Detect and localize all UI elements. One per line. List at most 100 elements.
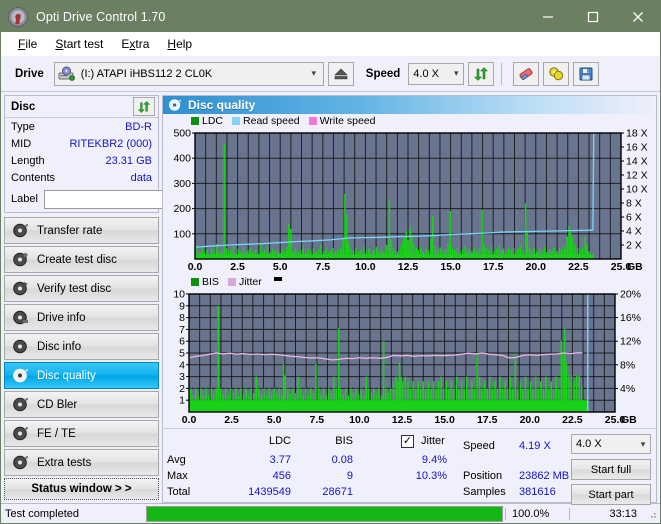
- menu-file[interactable]: File: [9, 35, 46, 53]
- sidebar-item-label: FE / TE: [37, 427, 76, 440]
- ldc-chart: LDC Read speed Write speed 100 200 300 400 5…: [163, 114, 656, 275]
- sidebar-item-drive-info[interactable]: Drive info: [4, 304, 159, 331]
- svg-text:20.0: 20.0: [526, 261, 547, 273]
- result-speed-select[interactable]: 4.0 X ▾: [571, 434, 651, 454]
- svg-text:500: 500: [173, 128, 191, 140]
- chevron-down-icon: ▾: [311, 68, 317, 78]
- resize-grip[interactable]: [647, 509, 657, 519]
- stats-header-bis: BIS: [335, 435, 353, 447]
- svg-text:300: 300: [173, 178, 191, 190]
- svg-text:16%: 16%: [620, 312, 641, 324]
- speed-select[interactable]: 4.0 X ▾: [408, 62, 465, 85]
- svg-text:8%: 8%: [620, 359, 635, 371]
- legend-label-ldc: LDC: [202, 114, 224, 127]
- ldc-plot-svg: 100 200 300 400 500 2 X 4 X 6 X 8 X 10 X 12 X 14 X 1…: [173, 128, 648, 274]
- svg-text:16 X: 16 X: [626, 142, 648, 154]
- svg-text:5: 5: [179, 348, 185, 360]
- svg-text:8: 8: [179, 312, 185, 324]
- sidebar-item-label: Extra tests: [37, 456, 92, 469]
- toolbar-separator: [501, 62, 503, 85]
- svg-text:10 X: 10 X: [626, 184, 648, 196]
- legend-read-speed: Read speed: [232, 115, 300, 127]
- legend-jitter: Jitter: [227, 276, 262, 288]
- total-ldc-value: 1439549: [248, 486, 291, 498]
- sidebar-item-create-test-disc[interactable]: Create test disc: [4, 246, 159, 273]
- disc-extra-icon: [12, 454, 29, 471]
- disc-row-length: Length 23.31 GB: [5, 152, 158, 169]
- disc-panel-title: Disc: [11, 100, 36, 113]
- svg-text:5.0: 5.0: [267, 414, 282, 426]
- maximize-button[interactable]: [570, 1, 615, 32]
- sidebar-item-fe-te[interactable]: FE / TE: [4, 420, 159, 447]
- check-icon: ✓: [402, 435, 413, 447]
- bis-chart: BIS Jitter 1 2 3 4 5 6 7 8 9 10 4% 8% 12% 16% 20% 0.0 2.…: [163, 275, 656, 428]
- sidebar-item-extra-tests[interactable]: Extra tests: [4, 449, 159, 476]
- content-title: Disc quality: [188, 98, 256, 112]
- save-button[interactable]: [573, 61, 600, 86]
- bis-plot-area[interactable]: 1 2 3 4 5 6 7 8 9 10 4% 8% 12% 16% 20% 0.0 2.5 5.0 7.5 10.0…: [163, 288, 656, 428]
- disc-fete-icon: [12, 425, 29, 442]
- sidebar-item-label: Drive info: [37, 311, 86, 324]
- disc-row-key: Contents: [11, 171, 56, 184]
- svg-text:18 X: 18 X: [626, 128, 648, 140]
- position-stat-value: 23862 MB: [519, 470, 570, 482]
- app-window: Opti Drive Control 1.70 File Start test …: [0, 0, 661, 524]
- disc-row-value: RITEKBR2 (000): [69, 137, 152, 150]
- sidebar-item-verify-test-disc[interactable]: Verify test disc: [4, 275, 159, 302]
- legend-swatch-ldc: [191, 116, 199, 125]
- start-full-button[interactable]: Start full: [571, 459, 651, 480]
- stats-header-ldc: LDC: [268, 435, 291, 447]
- svg-text:7.5: 7.5: [309, 414, 324, 426]
- speed-label: Speed: [365, 67, 401, 80]
- drive-label: Drive: [15, 67, 44, 80]
- disc-row-value: BD-R: [125, 120, 152, 133]
- menu-extra[interactable]: Extra: [112, 35, 158, 53]
- svg-text:0.0: 0.0: [188, 261, 203, 273]
- menu-help[interactable]: Help: [158, 35, 201, 53]
- svg-text:14 X: 14 X: [626, 156, 648, 168]
- nav-list: Transfer rate Create test disc Verify te…: [4, 217, 159, 478]
- ldc-plot-area[interactable]: 100 200 300 400 500 2 X 4 X 6 X 8 X 10 X 12 X 14 X 1…: [163, 127, 656, 275]
- sidebar-item-disc-quality[interactable]: Disc quality: [4, 362, 159, 389]
- svg-text:4 X: 4 X: [626, 226, 642, 238]
- sidebar: Disc Type BD-R MID RITEKBR2 (000) Length…: [4, 95, 248, 503]
- svg-text:10.0: 10.0: [355, 261, 376, 273]
- disc-refresh-button[interactable]: [133, 97, 155, 116]
- status-window-button[interactable]: Status window > >: [4, 478, 159, 500]
- jitter-scale-marker: [273, 276, 282, 281]
- total-bis-value: 28671: [322, 486, 353, 498]
- svg-text:20%: 20%: [620, 289, 641, 301]
- jitter-checkbox[interactable]: ✓: [401, 435, 414, 448]
- sidebar-item-transfer-rate[interactable]: Transfer rate: [4, 217, 159, 244]
- avg-jitter-value: 9.4%: [421, 454, 447, 466]
- start-part-button[interactable]: Start part: [571, 484, 651, 505]
- svg-text:400: 400: [173, 153, 191, 165]
- erase-button[interactable]: [513, 61, 540, 86]
- disc-bler-icon: [12, 396, 29, 413]
- disc-quality-icon: [12, 367, 29, 384]
- progress-percent: 100.0%: [505, 507, 569, 520]
- title-bar: Opti Drive Control 1.70: [1, 1, 660, 32]
- svg-text:12.5: 12.5: [398, 261, 419, 273]
- menu-start-test[interactable]: Start test: [46, 35, 112, 53]
- drive-info-icon: [12, 309, 29, 326]
- drive-icon: [58, 66, 76, 82]
- svg-text:12.5: 12.5: [392, 414, 413, 426]
- refresh-button[interactable]: [468, 61, 495, 86]
- close-button[interactable]: [615, 1, 660, 32]
- sidebar-item-cd-bler[interactable]: CD Bler: [4, 391, 159, 418]
- minimize-button[interactable]: [525, 1, 570, 32]
- sidebar-item-label: Disc info: [37, 340, 82, 353]
- svg-text:12 X: 12 X: [626, 170, 648, 182]
- menu-bar: File Start test Extra Help: [1, 32, 660, 56]
- sidebar-item-disc-info[interactable]: Disc info: [4, 333, 159, 360]
- bulb-button[interactable]: [543, 61, 570, 86]
- eject-button[interactable]: [327, 61, 354, 86]
- svg-text:17.5: 17.5: [483, 261, 504, 273]
- svg-text:GB: GB: [621, 414, 637, 426]
- legend-ldc: LDC: [191, 115, 223, 127]
- svg-text:6 X: 6 X: [626, 212, 642, 224]
- drive-select[interactable]: (I:) ATAPI iHBS112 2 CL0K ▾: [53, 61, 324, 86]
- status-message: Test completed: [5, 507, 79, 520]
- disc-row-key: Type: [11, 120, 35, 133]
